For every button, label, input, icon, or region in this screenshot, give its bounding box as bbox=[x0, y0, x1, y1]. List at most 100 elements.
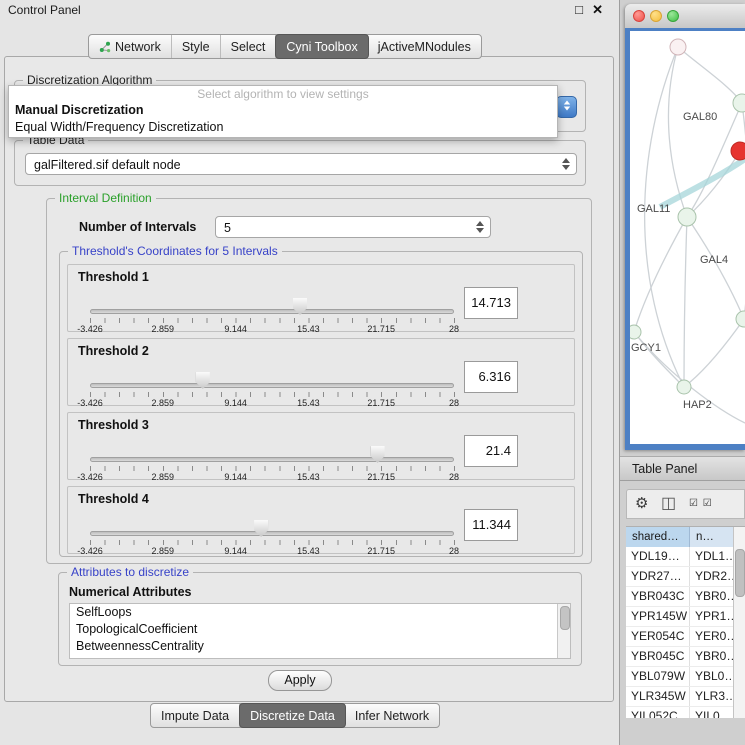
network-view-window[interactable]: GAL80 GAL11 GAL4 GCY1 HAP2 bbox=[625, 4, 745, 450]
slider-track[interactable] bbox=[90, 383, 454, 388]
scale-tick-label: 21.715 bbox=[367, 472, 395, 482]
scale-tick-label: -3.426 bbox=[77, 324, 103, 334]
network-node[interactable] bbox=[678, 208, 696, 226]
network-canvas[interactable]: GAL80 GAL11 GAL4 GCY1 HAP2 bbox=[630, 31, 745, 444]
network-node[interactable] bbox=[736, 311, 745, 327]
table-row[interactable]: YBL079WYBL0… bbox=[626, 667, 733, 687]
table-cell-name[interactable]: YBR0… bbox=[690, 647, 733, 666]
table-cell-shared-name[interactable]: YER054C bbox=[626, 627, 690, 646]
tab-cyni-toolbox[interactable]: Cyni Toolbox bbox=[275, 34, 368, 59]
table-cell-shared-name[interactable]: YIL052C bbox=[626, 707, 690, 718]
tab-label: Cyni Toolbox bbox=[286, 40, 357, 54]
table-cell-shared-name[interactable]: YBL079W bbox=[626, 667, 690, 686]
list-scrollbar[interactable] bbox=[557, 604, 570, 658]
algorithm-combo-stepper[interactable] bbox=[556, 96, 577, 118]
node-attribute-table: shared… n… YDL19…YDL1…YDR27…YDR2…YBR043C… bbox=[626, 526, 745, 718]
slider-track[interactable] bbox=[90, 531, 454, 536]
network-node[interactable] bbox=[733, 94, 745, 112]
table-cell-name[interactable]: YLR3… bbox=[690, 687, 733, 706]
float-window-icon[interactable]: □ bbox=[575, 2, 583, 17]
tab-impute-data[interactable]: Impute Data bbox=[151, 704, 240, 727]
table-cell-name[interactable]: YBR0… bbox=[690, 587, 733, 606]
table-row[interactable]: YBR043CYBR0… bbox=[626, 587, 733, 607]
algorithm-dropdown-popup: Select algorithm to view settings Manual… bbox=[8, 85, 558, 138]
tab-label: Impute Data bbox=[161, 709, 229, 723]
tab-label: Discretize Data bbox=[250, 709, 335, 723]
table-cell-shared-name[interactable]: YDL19… bbox=[626, 547, 690, 566]
table-row[interactable]: YLR345WYLR3… bbox=[626, 687, 733, 707]
scale-tick-label: -3.426 bbox=[77, 472, 103, 482]
table-row[interactable]: YDR27…YDR2… bbox=[626, 567, 733, 587]
table-scrollbar[interactable] bbox=[733, 527, 745, 718]
checkbox-icons[interactable]: ☑ ☑ bbox=[689, 498, 713, 509]
table-row[interactable]: YER054CYER0… bbox=[626, 627, 733, 647]
table-row[interactable]: YIL052CYIL0… bbox=[626, 707, 733, 718]
threshold-box-1: Threshold 1-3.4262.8599.14415.4321.71528… bbox=[67, 264, 575, 332]
scale-tick-label: 21.715 bbox=[367, 398, 395, 408]
table-data-group: Table Data galFiltered.sif default node bbox=[14, 140, 586, 186]
column-header-shared-name[interactable]: shared… bbox=[626, 527, 690, 547]
table-cell-shared-name[interactable]: YDR27… bbox=[626, 567, 690, 586]
zoom-traffic-light-icon[interactable] bbox=[667, 10, 679, 22]
slider-track[interactable] bbox=[90, 457, 454, 462]
table-cell-name[interactable]: YER0… bbox=[690, 627, 733, 646]
close-icon[interactable]: ✕ bbox=[592, 2, 603, 18]
attribute-list-item[interactable]: TopologicalCoefficient bbox=[70, 621, 570, 638]
network-node[interactable] bbox=[670, 39, 686, 55]
minimize-traffic-light-icon[interactable] bbox=[650, 10, 662, 22]
threshold-value-field[interactable]: 14.713 bbox=[464, 287, 518, 319]
table-row[interactable]: YPR145WYPR1… bbox=[626, 607, 733, 627]
threshold-value-field[interactable]: 6.316 bbox=[464, 361, 518, 393]
scrollbar-thumb[interactable] bbox=[560, 606, 570, 630]
down-arrow-icon bbox=[563, 107, 569, 111]
network-node-selected[interactable] bbox=[731, 142, 745, 160]
threshold-value-field[interactable]: 11.344 bbox=[464, 509, 518, 541]
slider-scale: -3.4262.8599.14415.4321.71528 bbox=[90, 546, 454, 556]
slider-scale: -3.4262.8599.14415.4321.71528 bbox=[90, 398, 454, 408]
dropdown-option-equal-width[interactable]: Equal Width/Frequency Discretization bbox=[9, 119, 557, 135]
tab-jactivemnodules[interactable]: jActiveMNodules bbox=[368, 35, 481, 58]
network-node[interactable] bbox=[677, 380, 691, 394]
threshold-label: Threshold 1 bbox=[78, 270, 149, 284]
table-cell-shared-name[interactable]: YBR043C bbox=[626, 587, 690, 606]
dropdown-option-manual[interactable]: Manual Discretization bbox=[9, 102, 557, 119]
scrollbar-thumb[interactable] bbox=[735, 549, 745, 597]
tab-discretize-data[interactable]: Discretize Data bbox=[239, 703, 346, 728]
apply-button[interactable]: Apply bbox=[268, 670, 332, 691]
network-window-titlebar[interactable] bbox=[625, 4, 745, 29]
slider-track[interactable] bbox=[90, 309, 454, 314]
table-data-combo[interactable]: galFiltered.sif default node bbox=[25, 153, 577, 175]
slider-ticks bbox=[90, 318, 455, 323]
columns-icon[interactable]: ◫ bbox=[661, 493, 676, 513]
table-cell-name[interactable]: YIL0… bbox=[690, 707, 733, 718]
table-cell-name[interactable]: YBL0… bbox=[690, 667, 733, 686]
table-cell-shared-name[interactable]: YBR045C bbox=[626, 647, 690, 666]
combo-value: 5 bbox=[224, 217, 231, 239]
attribute-list-item[interactable]: SelfLoops bbox=[70, 604, 570, 621]
scale-tick-label: 28 bbox=[449, 472, 459, 482]
network-node[interactable] bbox=[630, 325, 641, 339]
attributes-group: Attributes to discretize Numerical Attri… bbox=[58, 572, 582, 666]
tab-select[interactable]: Select bbox=[221, 35, 277, 58]
table-cell-name[interactable]: YPR1… bbox=[690, 607, 733, 626]
tab-network[interactable]: Network bbox=[89, 35, 172, 58]
table-cell-name[interactable]: YDR2… bbox=[690, 567, 733, 586]
tab-style[interactable]: Style bbox=[172, 35, 221, 58]
number-of-intervals-combo[interactable]: 5 bbox=[215, 216, 491, 238]
tab-infer-network[interactable]: Infer Network bbox=[345, 704, 439, 727]
table-cell-shared-name[interactable]: YLR345W bbox=[626, 687, 690, 706]
table-row[interactable]: YBR045CYBR0… bbox=[626, 647, 733, 667]
threshold-label: Threshold 2 bbox=[78, 344, 149, 358]
attributes-list[interactable]: SelfLoopsTopologicalCoefficientBetweenne… bbox=[69, 603, 571, 659]
threshold-value-field[interactable]: 21.4 bbox=[464, 435, 518, 467]
table-row[interactable]: YDL19…YDL1… bbox=[626, 547, 733, 567]
column-header-name[interactable]: n… bbox=[690, 527, 733, 547]
close-traffic-light-icon[interactable] bbox=[633, 10, 645, 22]
network-edges bbox=[634, 47, 745, 423]
table-cell-name[interactable]: YDL1… bbox=[690, 547, 733, 566]
attribute-list-item[interactable]: BetweennessCentrality bbox=[70, 638, 570, 655]
table-cell-shared-name[interactable]: YPR145W bbox=[626, 607, 690, 626]
scale-tick-label: 15.43 bbox=[297, 324, 320, 334]
gear-icon[interactable]: ⚙ bbox=[635, 494, 648, 512]
control-panel: Control Panel □ ✕ NetworkStyleSelectCyni… bbox=[0, 0, 620, 745]
